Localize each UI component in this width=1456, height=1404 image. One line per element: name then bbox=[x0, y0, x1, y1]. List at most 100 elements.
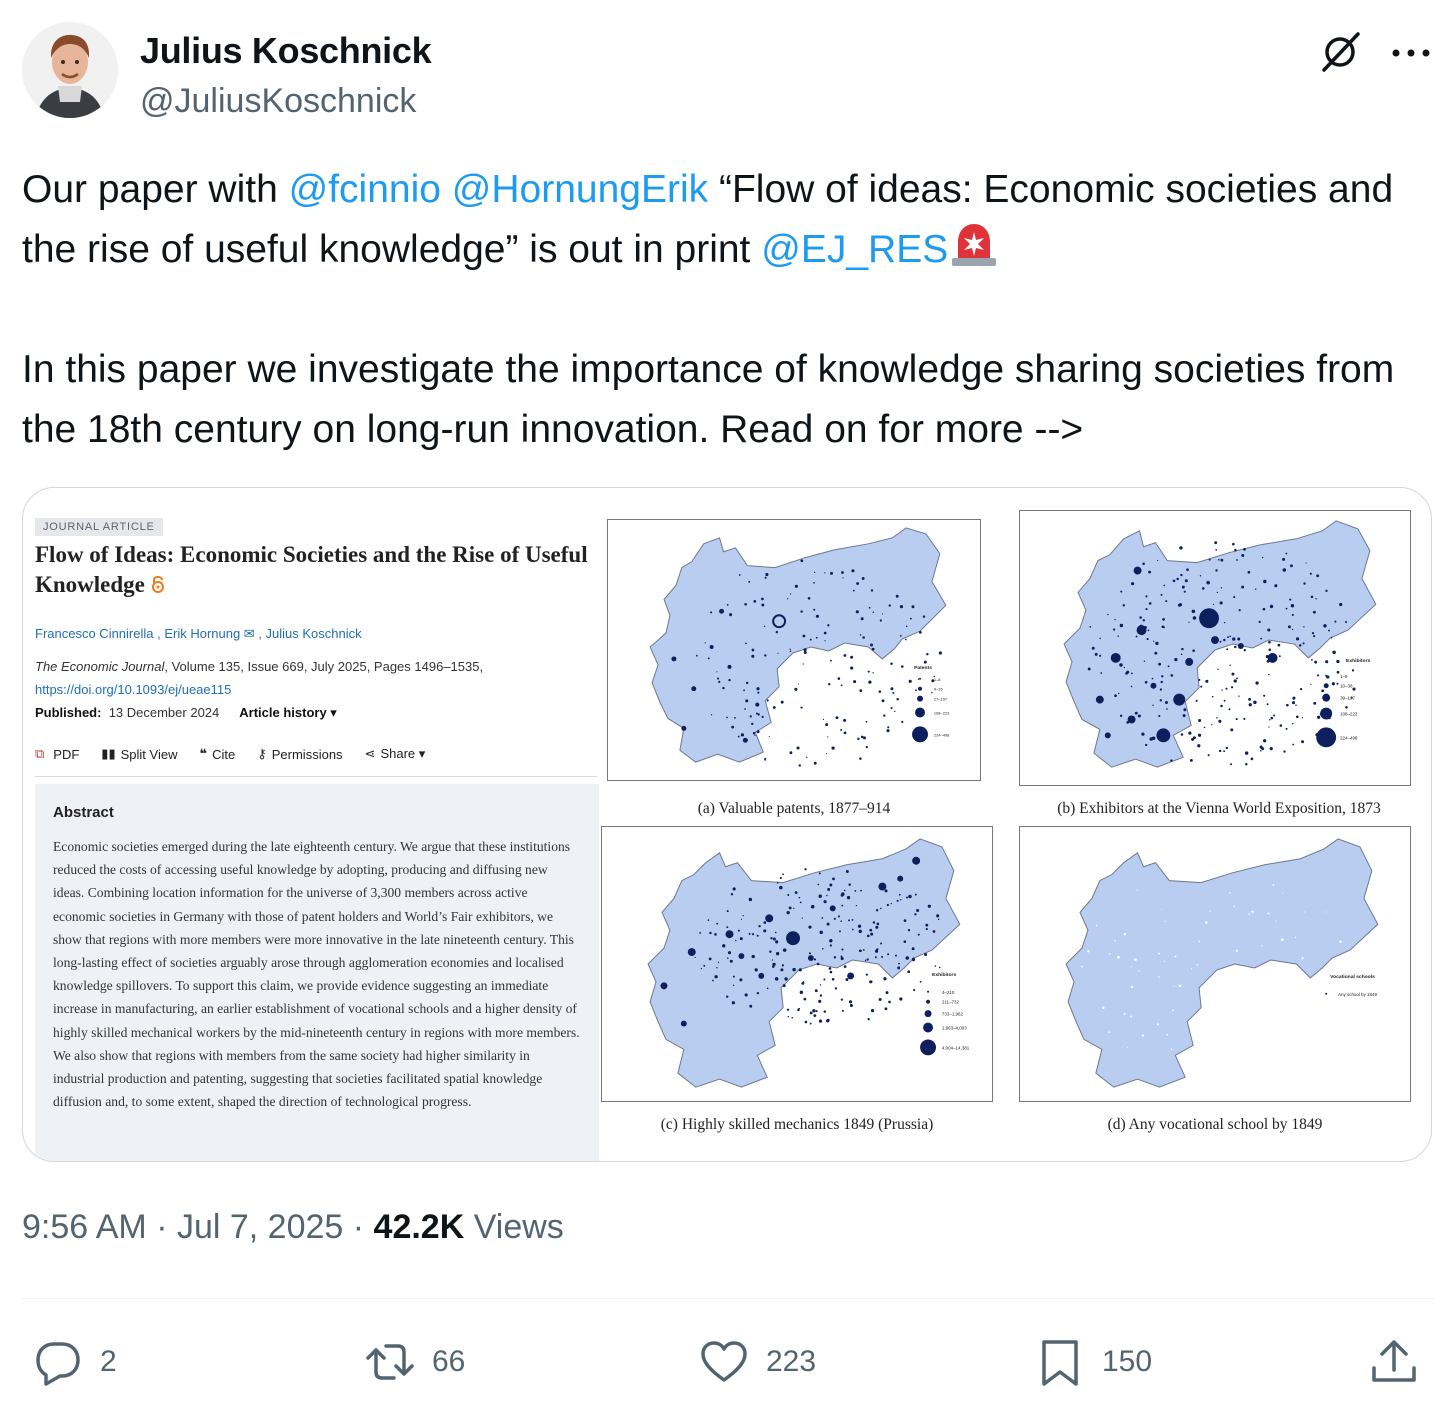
map-dot bbox=[740, 733, 745, 737]
map-dot bbox=[787, 598, 789, 600]
mention-link[interactable]: @HornungErik bbox=[452, 168, 708, 211]
map-dot bbox=[919, 980, 922, 983]
map-dot bbox=[775, 951, 780, 956]
map-dot bbox=[751, 933, 755, 936]
map-dot bbox=[789, 751, 793, 755]
bookmark-button[interactable]: 150 bbox=[1034, 1330, 1152, 1394]
map-dot bbox=[1165, 701, 1168, 704]
tweet-header: Julius Koschnick @JuliusKoschnick bbox=[22, 22, 1434, 132]
map-dot bbox=[804, 1020, 808, 1024]
map-dot bbox=[890, 902, 892, 905]
map-dot bbox=[1303, 911, 1305, 913]
map-dot bbox=[872, 611, 875, 613]
map-dot bbox=[1229, 664, 1231, 666]
map-dot bbox=[1145, 595, 1148, 598]
map-dot bbox=[1230, 686, 1234, 689]
reply-button[interactable]: 2 bbox=[32, 1330, 117, 1394]
share-button[interactable] bbox=[1368, 1330, 1420, 1394]
map-dot bbox=[823, 900, 827, 904]
map-dot bbox=[1216, 717, 1218, 719]
map-dot bbox=[1173, 985, 1175, 987]
tweet-image[interactable]: JOURNAL ARTICLE Flow of Ideas: Economic … bbox=[22, 487, 1432, 1162]
author-name[interactable]: Julius Koschnick bbox=[140, 30, 432, 72]
map-dot bbox=[1141, 732, 1145, 736]
tweet-date[interactable]: Jul 7, 2025 bbox=[177, 1208, 343, 1246]
mention-link[interactable]: @EJ_RES bbox=[761, 228, 948, 271]
map-dot bbox=[1211, 724, 1213, 726]
map-dot bbox=[1131, 582, 1135, 586]
map-dot bbox=[802, 663, 804, 665]
map-dot bbox=[786, 1008, 790, 1011]
mention-link[interactable]: @fcinnio bbox=[289, 168, 441, 211]
map-dot bbox=[1123, 933, 1127, 936]
map-dot bbox=[905, 625, 908, 628]
map-dot bbox=[813, 958, 817, 961]
map-dot bbox=[860, 949, 863, 952]
map-dot bbox=[798, 896, 801, 899]
map-dot bbox=[1192, 736, 1196, 740]
map-dot bbox=[900, 899, 902, 901]
dot bbox=[1211, 636, 1219, 645]
map-dot bbox=[717, 677, 720, 680]
map-dot bbox=[870, 589, 874, 592]
map-dot bbox=[1177, 603, 1181, 607]
map-dot bbox=[1238, 695, 1240, 697]
map-dot bbox=[800, 706, 803, 709]
map-dot bbox=[1147, 629, 1150, 632]
map-dot bbox=[827, 736, 829, 738]
map-dot bbox=[710, 714, 713, 716]
legend-label: 211–732 bbox=[942, 1000, 960, 1005]
dot bbox=[1199, 608, 1219, 629]
map-dot bbox=[1135, 635, 1138, 638]
map-dot bbox=[756, 687, 760, 691]
map-dot bbox=[709, 931, 712, 935]
map-dot bbox=[1165, 600, 1168, 603]
map-dot bbox=[1170, 1048, 1173, 1051]
like-button[interactable]: 223 bbox=[698, 1330, 816, 1394]
map-dot bbox=[917, 933, 920, 936]
map-dot bbox=[813, 608, 816, 611]
tweet-time[interactable]: 9:56 AM bbox=[22, 1208, 147, 1246]
map-dot bbox=[1184, 579, 1188, 583]
legend-label: 27–107 bbox=[934, 697, 947, 702]
permissions-tool: ⚷ Permissions bbox=[257, 746, 342, 762]
map-dot bbox=[1183, 590, 1186, 593]
map-dot bbox=[1316, 674, 1320, 677]
map-dot bbox=[1157, 559, 1159, 562]
map-dot bbox=[1268, 726, 1270, 728]
map-dot bbox=[1325, 589, 1328, 592]
author-handle[interactable]: @JuliusKoschnick bbox=[140, 82, 416, 121]
map-dot bbox=[731, 725, 735, 729]
published-label: Published: bbox=[35, 705, 102, 720]
avatar[interactable] bbox=[22, 22, 118, 118]
map-dot bbox=[803, 997, 807, 1001]
map-dot bbox=[927, 904, 931, 908]
map-dot bbox=[1301, 740, 1305, 744]
dot bbox=[912, 856, 921, 865]
map-dot bbox=[854, 889, 857, 892]
dot bbox=[1127, 715, 1136, 724]
map-d: Vocational schools Any school by 1849 bbox=[1019, 826, 1411, 1102]
map-dot bbox=[859, 689, 863, 693]
map-dot bbox=[791, 1017, 794, 1019]
more-options-icon[interactable] bbox=[1388, 30, 1434, 76]
map-dot bbox=[936, 914, 940, 918]
legend-label: 733–1,962 bbox=[942, 1012, 964, 1017]
repost-button[interactable]: 66 bbox=[364, 1330, 465, 1394]
map-dot bbox=[1288, 1024, 1292, 1027]
map-dot bbox=[742, 915, 744, 917]
cite-label: Cite bbox=[212, 746, 236, 762]
legend-label: 224–498 bbox=[934, 732, 950, 737]
map-dot bbox=[813, 761, 817, 765]
map-dot bbox=[744, 708, 746, 710]
map-dot bbox=[829, 939, 833, 943]
map-dot bbox=[1102, 1006, 1105, 1010]
map-dot bbox=[1160, 593, 1163, 596]
map-dot bbox=[1148, 602, 1152, 605]
legend-dot bbox=[1320, 707, 1333, 720]
grok-icon[interactable] bbox=[1318, 28, 1364, 74]
map-dot bbox=[875, 909, 879, 912]
map-dot bbox=[1263, 694, 1266, 697]
map-dot bbox=[1235, 949, 1238, 952]
map-dot bbox=[1275, 920, 1277, 922]
